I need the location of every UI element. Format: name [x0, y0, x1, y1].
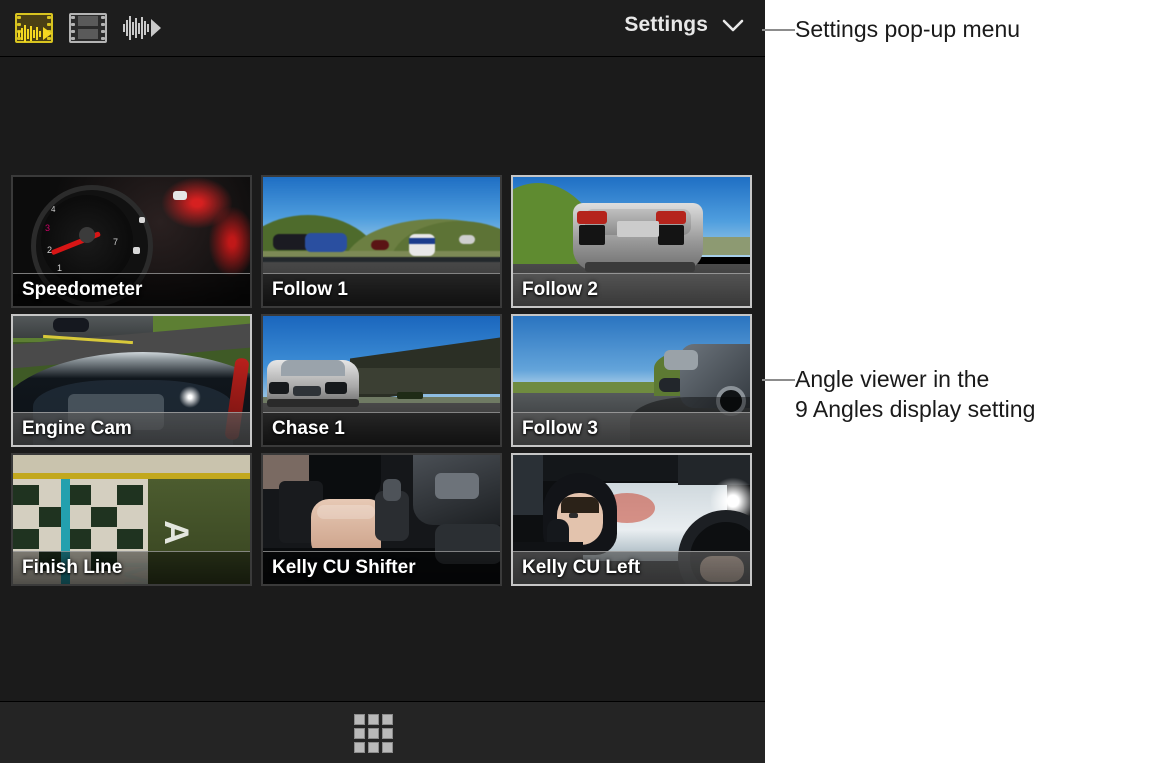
angle-thumbnail-chase-1 — [263, 316, 500, 445]
angle-cell-follow-1[interactable]: Follow 1 — [261, 175, 502, 308]
angle-cell-chase-1[interactable]: Chase 1 — [261, 314, 502, 447]
angle-cell-kelly-cu-shifter[interactable]: Kelly CU Shifter — [261, 453, 502, 586]
video-only-button[interactable] — [68, 11, 108, 45]
nine-angles-grid-button[interactable] — [353, 716, 393, 750]
annotation-settings-popup-menu: Settings pop-up menu — [795, 14, 1020, 44]
angle-grid: 4 3 2 1 7 Speedometer — [11, 175, 754, 586]
angle-viewer-toolbar: Settings — [0, 0, 765, 57]
angle-viewer-bottom-toolbar — [0, 701, 765, 763]
audio-only-icon — [123, 15, 161, 41]
annotation-angle-viewer: Angle viewer in the 9 Angles display set… — [795, 364, 1035, 424]
angle-cell-follow-3[interactable]: Follow 3 — [511, 314, 752, 447]
angle-viewer-panel: Settings 4 3 2 1 7 — [0, 0, 765, 763]
angle-thumbnail-follow-2 — [513, 177, 750, 306]
settings-menu-label: Settings — [624, 13, 708, 37]
nine-angles-grid-icon — [354, 714, 393, 753]
angle-display-mode-buttons — [14, 11, 162, 45]
audio-waveform-glyph — [18, 25, 52, 42]
angle-thumbnail-speedometer: 4 3 2 1 7 — [13, 177, 250, 306]
leader-line-angle-viewer — [762, 379, 795, 381]
angle-thumbnail-engine-cam — [13, 316, 250, 445]
audio-only-button[interactable] — [122, 11, 162, 45]
angle-cell-engine-cam[interactable]: Engine Cam — [11, 314, 252, 447]
angle-thumbnail-kelly-cu-left — [513, 455, 750, 584]
leader-line-settings — [762, 29, 795, 31]
settings-popup-menu[interactable]: Settings — [624, 13, 745, 37]
angle-cell-kelly-cu-left[interactable]: Kelly CU Left — [511, 453, 752, 586]
angle-thumbnail-follow-3 — [513, 316, 750, 445]
angle-thumbnail-follow-1 — [263, 177, 500, 306]
video-only-icon — [69, 13, 107, 43]
video-and-audio-icon — [15, 13, 53, 43]
angle-cell-speedometer[interactable]: 4 3 2 1 7 Speedometer — [11, 175, 252, 308]
angle-thumbnail-finish-line: A M — [13, 455, 250, 584]
angle-cell-follow-2[interactable]: Follow 2 — [511, 175, 752, 308]
angle-thumbnail-kelly-cu-shifter — [263, 455, 500, 584]
chevron-down-icon — [721, 17, 745, 33]
angle-cell-finish-line[interactable]: A M Finish Line — [11, 453, 252, 586]
video-and-audio-button[interactable] — [14, 11, 54, 45]
